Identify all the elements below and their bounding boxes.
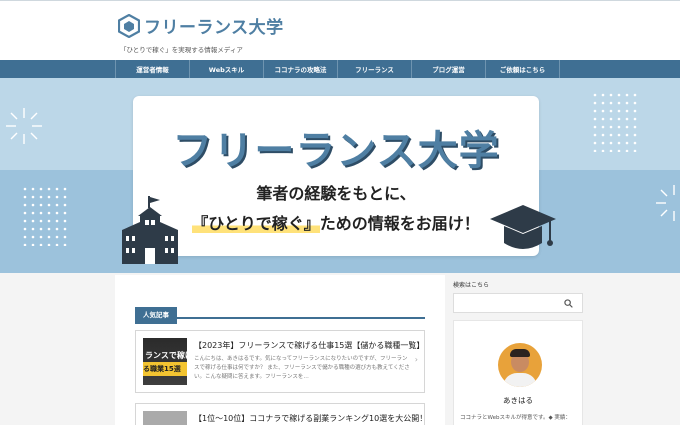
hero-subtitle-line1: 筆者の経験をもとに、	[256, 184, 416, 203]
search-icon[interactable]	[564, 299, 573, 308]
hero-subtitle-rest: ための情報をお届け！	[319, 214, 480, 233]
dot-pattern	[22, 186, 70, 246]
school-building-icon	[122, 196, 178, 264]
nav-item-freelance[interactable]: フリーランス	[337, 60, 411, 78]
search-label: 検索はこちら	[453, 282, 490, 289]
global-nav: 運営者情報 Webスキル ココナラの攻略法 フリーランス ブログ運営 ご依頼はこ…	[0, 60, 680, 78]
hero-banner[interactable]: フリーランス大学 筆者の経験をもとに、 『ひとりで稼ぐ』ための情報をお届け！	[0, 78, 680, 273]
hero-card: フリーランス大学 筆者の経験をもとに、 『ひとりで稼ぐ』ための情報をお届け！	[133, 96, 539, 256]
section-label: 人気記事	[135, 307, 177, 324]
profile-widget: あきはる ココナラとWebスキルが得意です。◆ 実績：	[453, 320, 583, 425]
sidebar: 検索はこちら あきはる ココナラとWebスキルが得意です。◆ 実績：	[453, 275, 583, 425]
graduation-cap-icon	[490, 205, 556, 249]
popular-section-header: 人気記事	[135, 302, 425, 324]
site-logo[interactable]: フリーランス大学	[118, 13, 284, 38]
article-title[interactable]: 【1位〜10位】ココナラで稼げる副業ランキング10選を大公開！	[194, 413, 427, 424]
nav-item-coconala[interactable]: ココナラの攻略法	[263, 60, 337, 78]
hero-title: フリーランス大学	[172, 128, 500, 174]
hero-highlight: 『ひとりで稼ぐ』	[192, 214, 320, 233]
avatar	[498, 343, 542, 387]
article-title[interactable]: 【2023年】フリーランスで稼げる仕事15選【儲かる職種一覧】	[194, 340, 424, 351]
main-content: 人気記事 ランスで稼げる る職業15選 【2023年】フリーランスで稼げる仕事1…	[115, 275, 445, 425]
nav-item-web-skill[interactable]: Webスキル	[189, 60, 263, 78]
profile-description: ココナラとWebスキルが得意です。◆ 実績：	[460, 415, 571, 421]
article-card[interactable]: ランスで稼げる る職業15選 【2023年】フリーランスで稼げる仕事15選【儲か…	[135, 330, 425, 393]
article-card[interactable]: 【1位〜10位】ココナラで稼げる副業ランキング10選を大公開！	[135, 403, 427, 425]
nav-item-blog[interactable]: ブログ運営	[411, 60, 485, 78]
search-input[interactable]	[453, 293, 583, 313]
burst-decoration-icon	[656, 185, 675, 221]
profile-name: あきはる	[503, 396, 533, 405]
dot-pattern	[592, 92, 640, 152]
site-title: フリーランス大学	[144, 18, 284, 38]
burst-decoration-icon	[6, 108, 42, 144]
nav-item-about[interactable]: 運営者情報	[115, 60, 189, 78]
hero-subtitle-line2: 『ひとりで稼ぐ』ための情報をお届け！	[133, 210, 539, 234]
chevron-right-icon: ›	[414, 355, 418, 364]
cube-logo-icon	[118, 13, 140, 38]
article-thumbnail[interactable]: ランスで稼げる る職業15選	[143, 338, 187, 385]
thumbnail-text: ランスで稼げる	[145, 351, 187, 360]
article-excerpt: こんにちは、あきはるです。気になってフリーランスになりたいのですが、フリーランス…	[194, 356, 410, 380]
nav-item-contact[interactable]: ご依頼はこちら	[485, 60, 560, 78]
article-thumbnail[interactable]	[143, 411, 187, 425]
site-tagline: 「ひとりで稼ぐ」を実現する情報メディア	[120, 46, 243, 54]
thumbnail-text: る職業15選	[143, 362, 187, 376]
site-header: フリーランス大学 「ひとりで稼ぐ」を実現する情報メディア	[0, 0, 680, 60]
